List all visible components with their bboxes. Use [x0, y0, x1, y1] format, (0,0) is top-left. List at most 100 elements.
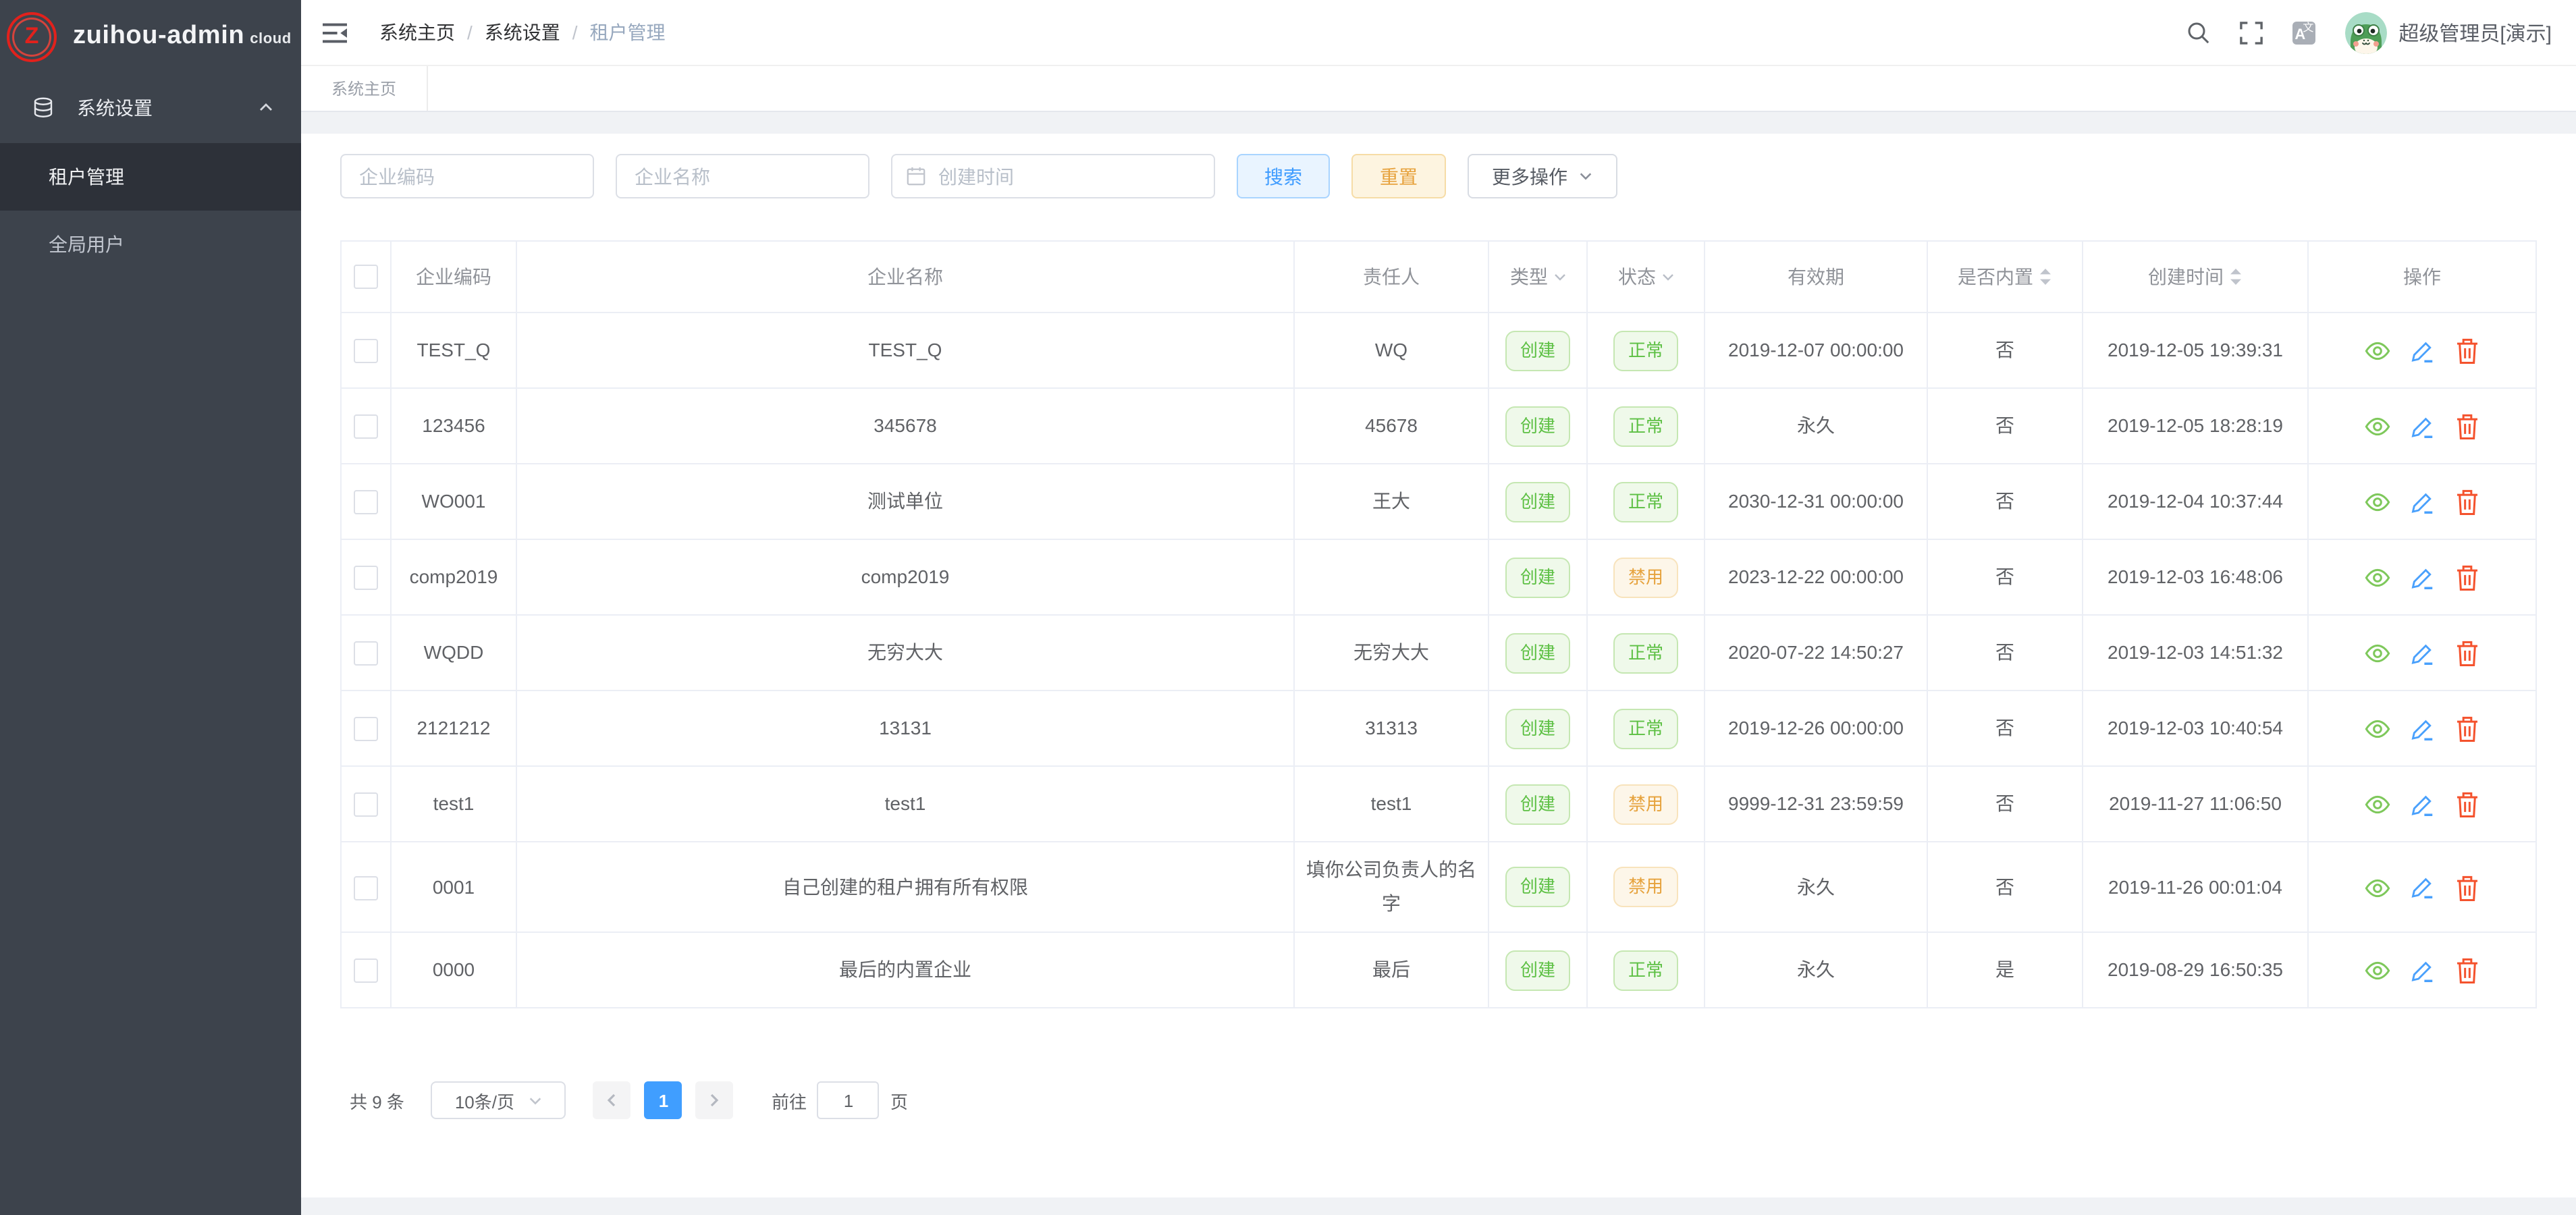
company-code-input[interactable] [340, 154, 594, 198]
delete-button[interactable] [2454, 414, 2480, 441]
cell-created-time: 2019-11-27 11:06:50 [2083, 766, 2308, 842]
frog-avatar-image [2344, 11, 2386, 53]
delete-button[interactable] [2454, 489, 2480, 516]
delete-button[interactable] [2454, 716, 2480, 743]
delete-button[interactable] [2454, 958, 2480, 985]
cell-created-time: 2019-12-03 10:40:54 [2083, 691, 2308, 766]
view-button[interactable] [2364, 793, 2391, 817]
view-button[interactable] [2364, 642, 2391, 666]
edit-pencil-icon [2410, 717, 2436, 742]
row-checkbox[interactable] [354, 876, 378, 900]
reset-button[interactable]: 重置 [1351, 154, 1446, 198]
edit-button[interactable] [2410, 566, 2436, 591]
cell-owner: 45678 [1294, 388, 1488, 464]
status-tag: 禁用 [1613, 557, 1678, 597]
cell-validity: 2023-12-22 00:00:00 [1705, 539, 1927, 615]
view-eye-icon [2364, 415, 2391, 439]
row-checkbox[interactable] [354, 718, 378, 742]
prev-page-button[interactable] [593, 1081, 631, 1119]
view-button[interactable] [2364, 566, 2391, 591]
col-header-status[interactable]: 状态 [1587, 241, 1705, 313]
language-icon-char: 文 [2303, 22, 2313, 33]
app-logo[interactable]: Z zuihou-admincloud [0, 0, 301, 73]
cell-company-name: comp2019 [516, 539, 1294, 615]
fullscreen-button[interactable] [2239, 21, 2262, 44]
edit-button[interactable] [2410, 339, 2436, 364]
edit-pencil-icon [2410, 339, 2436, 364]
view-button[interactable] [2364, 415, 2391, 439]
breadcrumb-current: 租户管理 [590, 19, 666, 46]
delete-button[interactable] [2454, 792, 2480, 819]
chevron-up-icon [258, 100, 274, 116]
edit-button[interactable] [2410, 959, 2436, 984]
edit-pencil-icon [2410, 566, 2436, 591]
view-button[interactable] [2364, 491, 2391, 515]
chevron-right-icon [707, 1092, 723, 1108]
row-checkbox[interactable] [354, 491, 378, 515]
search-button[interactable] [2185, 20, 2209, 45]
row-checkbox[interactable] [354, 959, 378, 983]
delete-button[interactable] [2454, 875, 2480, 902]
cell-company-name: 最后的内置企业 [516, 932, 1294, 1008]
page-size-select[interactable]: 10条/页 [431, 1081, 566, 1119]
row-checkbox[interactable] [354, 642, 378, 666]
sidebar: Z zuihou-admincloud 系统设置 租户管理 全局用户 [0, 0, 301, 1215]
table-row: comp2019comp2019创建禁用2023-12-22 00:00:00否… [341, 539, 2536, 615]
edit-button[interactable] [2410, 490, 2436, 516]
company-name-input[interactable] [616, 154, 869, 198]
delete-button[interactable] [2454, 565, 2480, 592]
col-header-created[interactable]: 创建时间 [2083, 241, 2308, 313]
breadcrumb-settings[interactable]: 系统设置 [485, 19, 560, 46]
goto-page-input[interactable] [817, 1081, 880, 1119]
edit-button[interactable] [2410, 641, 2436, 667]
delete-button[interactable] [2454, 641, 2480, 668]
view-button[interactable] [2364, 959, 2391, 983]
view-button[interactable] [2364, 876, 2391, 900]
col-header-label: 企业编码 [416, 263, 491, 290]
sidebar-collapse-button[interactable] [323, 21, 347, 44]
edit-button[interactable] [2410, 792, 2436, 818]
filter-toolbar: 搜索 重置 更多操作 [340, 154, 2535, 198]
search-submit-button[interactable]: 搜索 [1237, 154, 1330, 198]
language-icon: A 文 [2292, 21, 2315, 44]
sort-carets-icon [2229, 267, 2243, 286]
row-checkbox[interactable] [354, 566, 378, 591]
table-row: TEST_QTEST_QWQ创建正常2019-12-07 00:00:00否20… [341, 313, 2536, 388]
breadcrumb-home[interactable]: 系统主页 [379, 19, 455, 46]
select-all-checkbox[interactable] [354, 265, 378, 289]
col-header-label: 有效期 [1788, 263, 1844, 290]
status-tag: 正常 [1613, 481, 1678, 522]
more-actions-button[interactable]: 更多操作 [1468, 154, 1617, 198]
next-page-button[interactable] [696, 1081, 734, 1119]
tab-system-home[interactable]: 系统主页 [301, 66, 428, 111]
edit-button[interactable] [2410, 717, 2436, 742]
row-checkbox[interactable] [354, 415, 378, 439]
cell-created-time: 2019-08-29 16:50:35 [2083, 932, 2308, 1008]
current-user-name[interactable]: 超级管理员[演示] [2398, 18, 2552, 47]
cell-created-time: 2019-12-03 16:48:06 [2083, 539, 2308, 615]
status-tag: 正常 [1613, 632, 1678, 673]
app-title-text: zuihou-admin [73, 22, 244, 50]
col-header-type[interactable]: 类型 [1488, 241, 1587, 313]
sidebar-item-global-users[interactable]: 全局用户 [0, 211, 301, 278]
col-header-builtin[interactable]: 是否内置 [1927, 241, 2083, 313]
cell-company-name: 13131 [516, 691, 1294, 766]
view-button[interactable] [2364, 340, 2391, 364]
sidebar-item-tenant-management[interactable]: 租户管理 [0, 143, 301, 211]
language-switch-button[interactable]: A 文 [2292, 21, 2315, 44]
page-number-button[interactable]: 1 [645, 1081, 682, 1119]
create-time-input[interactable] [891, 154, 1215, 198]
avatar[interactable] [2344, 11, 2386, 53]
row-checkbox[interactable] [354, 793, 378, 817]
cell-builtin: 否 [1927, 539, 2083, 615]
sidebar-group-settings[interactable]: 系统设置 [0, 73, 301, 143]
view-button[interactable] [2364, 718, 2391, 742]
cell-owner [1294, 539, 1488, 615]
table-header-row: 企业编码 企业名称 责任人 类型 状态 有效期 是否内置 创建时间 操作 [341, 241, 2536, 313]
status-tag: 正常 [1613, 950, 1678, 990]
delete-button[interactable] [2454, 338, 2480, 365]
edit-button[interactable] [2410, 414, 2436, 440]
cell-company-name: 测试单位 [516, 464, 1294, 539]
row-checkbox[interactable] [354, 340, 378, 364]
edit-button[interactable] [2410, 875, 2436, 901]
